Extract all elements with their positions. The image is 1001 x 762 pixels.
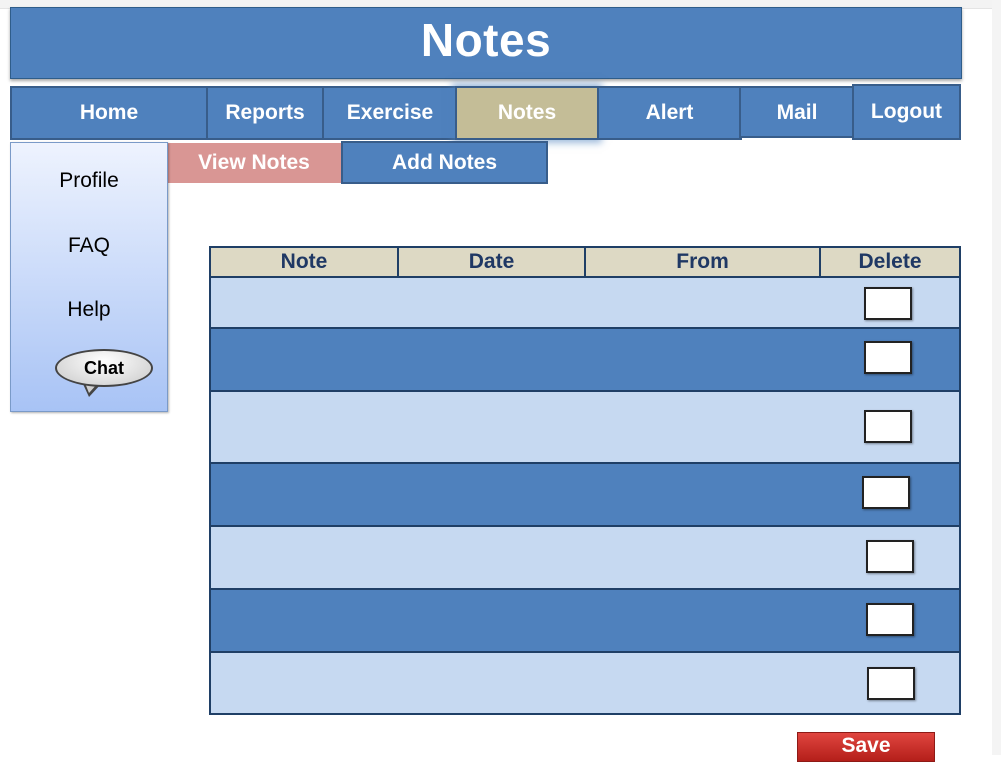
nav-mail-button[interactable]: Mail xyxy=(739,86,855,138)
delete-checkbox[interactable] xyxy=(864,341,912,374)
table-row xyxy=(211,464,959,527)
delete-checkbox[interactable] xyxy=(864,287,912,320)
window-right-edge xyxy=(992,0,1001,755)
table-header-row: Note Date From Delete xyxy=(211,248,959,278)
column-header-date: Date xyxy=(397,248,584,276)
delete-checkbox[interactable] xyxy=(862,476,910,509)
save-button[interactable]: Save xyxy=(797,732,935,762)
delete-checkbox[interactable] xyxy=(866,603,914,636)
chat-button[interactable]: Chat xyxy=(55,349,153,387)
nav-notes-button[interactable]: Notes xyxy=(455,86,599,140)
table-row xyxy=(211,278,959,329)
column-header-from: From xyxy=(584,248,819,276)
table-row xyxy=(211,527,959,590)
sidebar-item-profile[interactable]: Profile xyxy=(11,169,167,193)
add-notes-tab[interactable]: Add Notes xyxy=(341,141,548,184)
column-header-delete: Delete xyxy=(819,248,959,276)
table-row xyxy=(211,329,959,392)
column-header-note: Note xyxy=(280,250,328,273)
view-notes-tab[interactable]: View Notes xyxy=(167,143,341,183)
nav-alert-button[interactable]: Alert xyxy=(597,86,742,140)
notes-table: Note Date From Delete xyxy=(209,246,961,715)
table-row xyxy=(211,653,959,713)
nav-home-button[interactable]: Home xyxy=(10,86,208,140)
sidebar-item-help[interactable]: Help xyxy=(11,298,167,322)
delete-checkbox[interactable] xyxy=(866,540,914,573)
table-row xyxy=(211,392,959,464)
nav-logout-button[interactable]: Logout xyxy=(852,84,961,140)
delete-checkbox[interactable] xyxy=(867,667,915,700)
nav-reports-button[interactable]: Reports xyxy=(206,86,324,140)
nav-exercise-button[interactable]: Exercise xyxy=(322,86,458,140)
delete-checkbox[interactable] xyxy=(864,410,912,443)
page-title: Notes xyxy=(420,14,552,66)
table-row xyxy=(211,590,959,653)
sidebar-panel: Profile FAQ Help Chat xyxy=(10,142,168,412)
page-header: Notes xyxy=(10,7,962,79)
sidebar-item-faq[interactable]: FAQ xyxy=(11,234,167,258)
